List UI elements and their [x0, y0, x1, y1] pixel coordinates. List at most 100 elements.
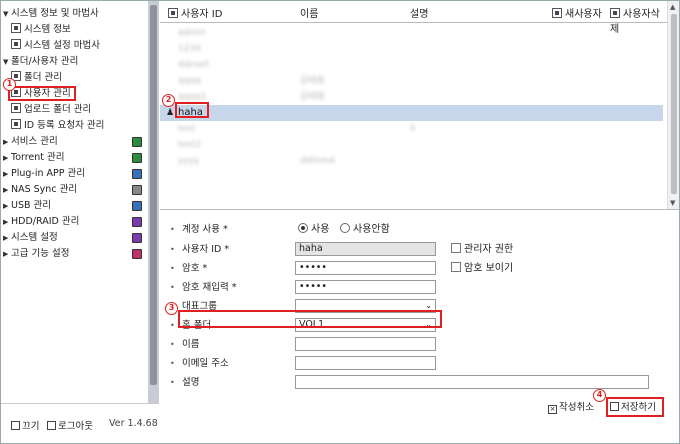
- password-confirm-label: 암호 재입력 *: [182, 282, 237, 293]
- highlight-box-1: [8, 86, 76, 101]
- sidebar-item-1-0[interactable]: 폴더 관리: [11, 71, 62, 85]
- sidebar-item-label: USB 관리: [11, 200, 52, 211]
- power-icon: [11, 421, 20, 430]
- radio-unchecked-icon: [340, 223, 350, 233]
- sidebar-item-collapsed-2[interactable]: ▶ Plug-in APP 관리: [3, 167, 148, 181]
- menu-item-icon: [11, 39, 21, 49]
- sidebar-item-label: NAS Sync 관리: [11, 184, 78, 195]
- sidebar-item-label: ID 등록 요청자 관리: [24, 120, 105, 131]
- caret-right-icon: ▶: [3, 138, 9, 146]
- table-row[interactable]: test ll: [160, 121, 663, 137]
- show-password-checkbox[interactable]: 암호 보이기: [451, 261, 513, 277]
- logout-icon: [47, 421, 56, 430]
- menu-item-icon: [11, 103, 21, 113]
- sidebar-scrollbar[interactable]: [148, 1, 159, 403]
- password-confirm-field[interactable]: •••••: [295, 280, 436, 294]
- email-label: 이메일 주소: [182, 358, 229, 369]
- scroll-up-icon[interactable]: ▲: [670, 3, 675, 11]
- sidebar-item-1-3[interactable]: ID 등록 요청자 관리: [11, 119, 104, 133]
- annotation-badge-2: 2: [162, 94, 175, 107]
- annotation-badge-1: 1: [3, 78, 16, 91]
- cancel-button[interactable]: × 작성취소: [548, 400, 594, 416]
- sidebar-item-label: HDD/RAID 관리: [11, 216, 80, 227]
- power-off-button[interactable]: 끄기: [11, 418, 39, 432]
- caret-right-icon: ▶: [3, 202, 9, 210]
- sidebar-item-1-2[interactable]: 업로드 폴더 관리: [11, 103, 91, 117]
- caret-right-icon: ▶: [3, 234, 9, 242]
- user-table: 사용자 ID 이름 설명 새사용자 사용자삭제 admin 1234 ddnset q…: [160, 1, 679, 209]
- sidebar-item-collapsed-7[interactable]: ▶ 고급 기능 설정: [3, 247, 148, 261]
- table-row[interactable]: ddnset: [160, 57, 663, 73]
- table-row[interactable]: admin: [160, 25, 663, 41]
- form-row-email: • 이메일 주소: [160, 356, 679, 372]
- table-scrollbar[interactable]: ▲ ▼: [667, 1, 679, 209]
- service-icon: [132, 233, 142, 243]
- cell-user-id: ddnset: [178, 60, 209, 70]
- sidebar-item-0-1[interactable]: 시스템 설정 마법사: [11, 39, 100, 53]
- cell-name: ddmmd: [300, 156, 335, 166]
- cell-user-id: test2: [178, 140, 202, 150]
- cell-desc: ll: [410, 124, 416, 134]
- sidebar-scrollbar-thumb[interactable]: [150, 5, 157, 385]
- table-row[interactable]: ♟ haha: [160, 105, 663, 121]
- admin-checkbox[interactable]: 관리자 권한: [451, 242, 513, 258]
- close-icon: ×: [548, 405, 557, 414]
- sidebar-item-collapsed-1[interactable]: ▶ Torrent 관리: [3, 151, 148, 165]
- sidebar-item-collapsed-3[interactable]: ▶ NAS Sync 관리: [3, 183, 148, 197]
- password-field[interactable]: •••••: [295, 261, 436, 275]
- column-desc[interactable]: 설명: [410, 5, 428, 20]
- add-user-button[interactable]: 새사용자: [552, 5, 602, 20]
- checkbox-icon: [451, 243, 461, 253]
- sidebar-item-label: 시스템 설정: [11, 232, 58, 243]
- sidebar-item-collapsed-4[interactable]: ▶ USB 관리: [3, 199, 148, 213]
- table-header: 사용자 ID 이름 설명 새사용자 사용자삭제: [160, 1, 667, 35]
- sidebar-section-1[interactable]: ▼ 폴더/사용자 관리: [3, 55, 78, 69]
- column-name[interactable]: 이름: [300, 5, 318, 20]
- name-field[interactable]: [295, 337, 436, 351]
- cell-user-id: test: [178, 124, 196, 134]
- form-row-name: • 이름: [160, 337, 679, 353]
- table-scrollbar-thumb[interactable]: [671, 14, 677, 194]
- annotation-badge-3: 3: [165, 302, 178, 315]
- table-row[interactable]: yyyy ddmmd: [160, 153, 663, 169]
- desc-field[interactable]: [295, 375, 649, 389]
- radio-not-use[interactable]: 사용안함: [340, 222, 390, 238]
- add-user-icon: [552, 8, 562, 18]
- sidebar-item-0-0[interactable]: 시스템 정보: [11, 23, 71, 37]
- logout-label: 로그아웃: [58, 421, 93, 432]
- cell-name: 김태윤: [300, 76, 325, 86]
- radio-use[interactable]: 사용: [298, 222, 329, 238]
- table-row[interactable]: test2: [160, 137, 663, 153]
- sidebar-item-label: 시스템 설정 마법사: [24, 40, 100, 51]
- service-icon: [132, 217, 142, 227]
- form-row-password-confirm: • 암호 재입력 * •••••: [160, 280, 679, 296]
- table-row[interactable]: qqqq1 김태원: [160, 89, 663, 105]
- sidebar-section-label: 시스템 정보 및 마법사: [11, 8, 99, 19]
- service-icon: [132, 153, 142, 163]
- cell-user-id: yyyy: [178, 156, 200, 166]
- table-row[interactable]: 1234: [160, 41, 663, 57]
- logout-button[interactable]: 로그아웃: [47, 418, 93, 432]
- caret-down-icon: ▼: [3, 10, 9, 18]
- sidebar-item-collapsed-0[interactable]: ▶ 서비스 관리: [3, 135, 148, 149]
- caret-right-icon: ▶: [3, 170, 9, 178]
- sidebar-section-0[interactable]: ▼ 시스템 정보 및 마법사: [3, 7, 99, 21]
- user-id-field: haha: [295, 242, 436, 256]
- caret-down-icon: ▼: [3, 58, 9, 66]
- select-all-icon[interactable]: [168, 8, 178, 18]
- scroll-down-icon[interactable]: ▼: [670, 199, 675, 207]
- menu-item-icon: [11, 23, 21, 33]
- service-icon: [132, 169, 142, 179]
- sidebar-item-collapsed-5[interactable]: ▶ HDD/RAID 관리: [3, 215, 148, 229]
- sidebar-footer: 끄기 로그아웃 Ver 1.4.68: [1, 403, 159, 443]
- sidebar-item-collapsed-6[interactable]: ▶ 시스템 설정: [3, 231, 148, 245]
- password-label: 암호 *: [182, 263, 208, 274]
- service-icon: [132, 249, 142, 259]
- sidebar: ▼ 시스템 정보 및 마법사 시스템 정보 시스템 설정 마법사 ▼ 폴더/사용자 관리 폴…: [1, 1, 148, 403]
- column-user-id[interactable]: 사용자 ID: [168, 5, 222, 20]
- checkbox-icon: [451, 262, 461, 272]
- radio-checked-icon: [298, 223, 308, 233]
- delete-user-icon: [610, 8, 620, 18]
- email-field[interactable]: [295, 356, 436, 370]
- table-row[interactable]: qqqq 김태윤: [160, 73, 663, 89]
